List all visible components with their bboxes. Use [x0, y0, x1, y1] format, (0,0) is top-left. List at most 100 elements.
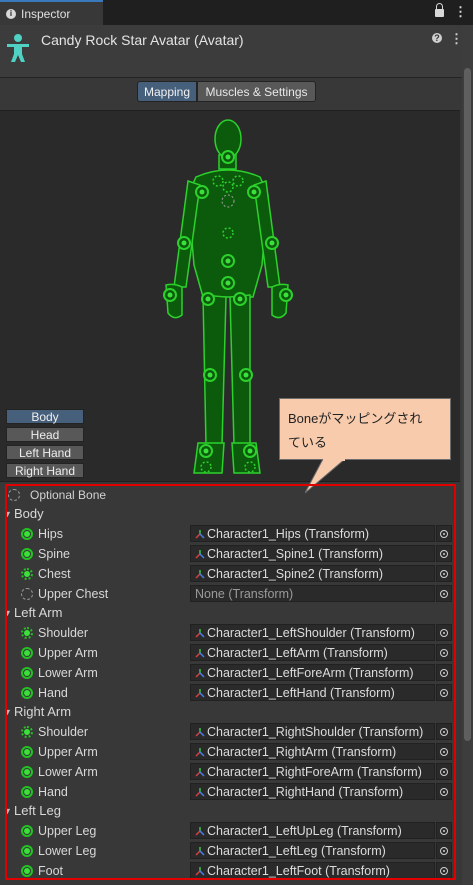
body-part-left-hand-button[interactable]: Left Hand	[6, 445, 84, 460]
bone-transform-field[interactable]: Character1_Spine2 (Transform)	[190, 565, 435, 582]
bone-status-icon[interactable]	[21, 666, 33, 679]
bone-row: Spine Character1_Spine1 (Transform)	[0, 544, 460, 563]
object-picker-button[interactable]	[436, 842, 452, 859]
bone-status-icon[interactable]	[21, 646, 33, 659]
target-icon	[440, 569, 448, 578]
object-picker-button[interactable]	[436, 822, 452, 839]
target-icon	[440, 529, 448, 538]
object-picker-button[interactable]	[436, 783, 452, 800]
object-picker-button[interactable]	[436, 545, 452, 562]
bone-label: Hand	[38, 784, 68, 799]
bone-marker-dot	[237, 296, 243, 302]
bone-transform-field[interactable]: Character1_RightShoulder (Transform)	[190, 723, 435, 740]
transform-icon	[195, 628, 205, 638]
expand-arrow-icon[interactable]: ▼	[3, 608, 12, 618]
bone-marker-dot	[181, 240, 187, 246]
bone-label: Upper Leg	[38, 823, 97, 838]
bone-status-icon[interactable]	[21, 626, 33, 639]
bone-transform-field[interactable]: Character1_LeftArm (Transform)	[190, 644, 435, 661]
body-part-body-button[interactable]: Body	[6, 409, 84, 424]
bone-row: Chest Character1_Spine2 (Transform)	[0, 564, 460, 583]
bone-marker-dot	[167, 292, 173, 298]
bone-status-icon[interactable]	[21, 547, 33, 560]
bone-label: Hips	[38, 526, 64, 541]
bone-status-icon[interactable]	[21, 864, 33, 877]
bone-status-icon[interactable]	[21, 587, 33, 600]
bone-transform-field[interactable]: Character1_LeftShoulder (Transform)	[190, 624, 435, 641]
field-value: Character1_LeftHand (Transform)	[207, 685, 395, 700]
bone-transform-field[interactable]: Character1_Spine1 (Transform)	[190, 545, 435, 562]
object-picker-button[interactable]	[436, 684, 452, 701]
bone-marker-dot	[251, 189, 257, 195]
bone-transform-field[interactable]: Character1_LeftForeArm (Transform)	[190, 664, 435, 681]
help-icon[interactable]: ?	[432, 33, 442, 43]
field-value: Character1_LeftShoulder (Transform)	[207, 625, 415, 640]
bone-label: Foot	[38, 863, 64, 878]
tab-mapping[interactable]: Mapping	[137, 81, 197, 102]
object-picker-button[interactable]	[436, 624, 452, 641]
object-picker-button[interactable]	[436, 862, 452, 879]
expand-arrow-icon[interactable]: ▼	[3, 509, 12, 519]
bone-row: Lower Arm Character1_LeftForeArm (Transfo…	[0, 663, 460, 682]
object-picker-button[interactable]	[436, 743, 452, 760]
field-value: Character1_LeftArm (Transform)	[207, 645, 388, 660]
tab-muscles-settings[interactable]: Muscles & Settings	[197, 81, 316, 102]
bone-row: Upper Arm Character1_LeftArm (Transform)	[0, 643, 460, 662]
bone-marker-dot	[207, 372, 213, 378]
scrollbar-thumb[interactable]	[464, 68, 471, 741]
bone-marker-dot	[205, 296, 211, 302]
bone-transform-field[interactable]: Character1_LeftLeg (Transform)	[190, 842, 435, 859]
field-value: Character1_LeftUpLeg (Transform)	[207, 823, 402, 838]
bone-row: Hand Character1_LeftHand (Transform)	[0, 683, 460, 702]
bone-transform-field[interactable]: Character1_RightHand (Transform)	[190, 783, 435, 800]
kebab-menu-icon[interactable]: ⋮	[454, 5, 467, 18]
bone-label: Chest	[38, 566, 71, 581]
field-value: Character1_LeftLeg (Transform)	[207, 843, 386, 858]
bone-transform-field[interactable]: None (Transform)	[190, 585, 435, 602]
bone-transform-field[interactable]: Character1_RightArm (Transform)	[190, 743, 435, 760]
bone-label: Upper Arm	[38, 744, 98, 759]
bone-transform-field[interactable]: Character1_RightForeArm (Transform)	[190, 763, 435, 780]
bone-status-icon[interactable]	[21, 725, 33, 738]
transform-icon	[195, 727, 205, 737]
object-picker-button[interactable]	[436, 644, 452, 661]
object-picker-button[interactable]	[436, 664, 452, 681]
scrollbar[interactable]	[462, 25, 473, 885]
object-picker-button[interactable]	[436, 525, 452, 542]
bone-status-icon[interactable]	[21, 686, 33, 699]
body-part-head-button[interactable]: Head	[6, 427, 84, 442]
bone-status-icon[interactable]	[21, 567, 33, 580]
bone-marker-dot	[225, 258, 231, 264]
group-header[interactable]: ▼ Left Arm	[0, 603, 460, 622]
bone-transform-field[interactable]: Character1_LeftHand (Transform)	[190, 684, 435, 701]
object-picker-button[interactable]	[436, 585, 452, 602]
bone-transform-field[interactable]: Character1_LeftFoot (Transform)	[190, 862, 435, 879]
object-picker-button[interactable]	[436, 565, 452, 582]
expand-arrow-icon[interactable]: ▼	[3, 806, 12, 816]
bone-transform-field[interactable]: Character1_LeftUpLeg (Transform)	[190, 822, 435, 839]
lock-icon[interactable]	[435, 3, 444, 17]
target-icon	[440, 747, 448, 756]
optional-bone-icon	[8, 488, 20, 501]
field-value: Character1_RightShoulder (Transform)	[207, 724, 424, 739]
body-part-right-hand-button[interactable]: Right Hand	[6, 463, 84, 478]
field-value: Character1_RightForeArm (Transform)	[207, 764, 422, 779]
target-icon	[440, 727, 448, 736]
bone-status-icon[interactable]	[21, 824, 33, 837]
expand-arrow-icon[interactable]: ▼	[3, 707, 12, 717]
tab-inspector[interactable]: i Inspector	[0, 0, 103, 25]
bone-status-icon[interactable]	[21, 527, 33, 540]
bone-status-icon[interactable]	[21, 844, 33, 857]
bone-status-icon[interactable]	[21, 785, 33, 798]
bone-status-icon[interactable]	[21, 745, 33, 758]
object-picker-button[interactable]	[436, 763, 452, 780]
group-header[interactable]: ▼ Body	[0, 504, 460, 523]
group-header[interactable]: ▼ Right Arm	[0, 702, 460, 721]
transform-icon	[195, 826, 205, 836]
transform-icon	[195, 549, 205, 559]
group-header[interactable]: ▼ Left Leg	[0, 801, 460, 820]
bone-status-icon[interactable]	[21, 765, 33, 778]
inspector-header: Candy Rock Star Avatar (Avatar) ? ⋮	[0, 25, 473, 78]
bone-transform-field[interactable]: Character1_Hips (Transform)	[190, 525, 435, 542]
object-picker-button[interactable]	[436, 723, 452, 740]
